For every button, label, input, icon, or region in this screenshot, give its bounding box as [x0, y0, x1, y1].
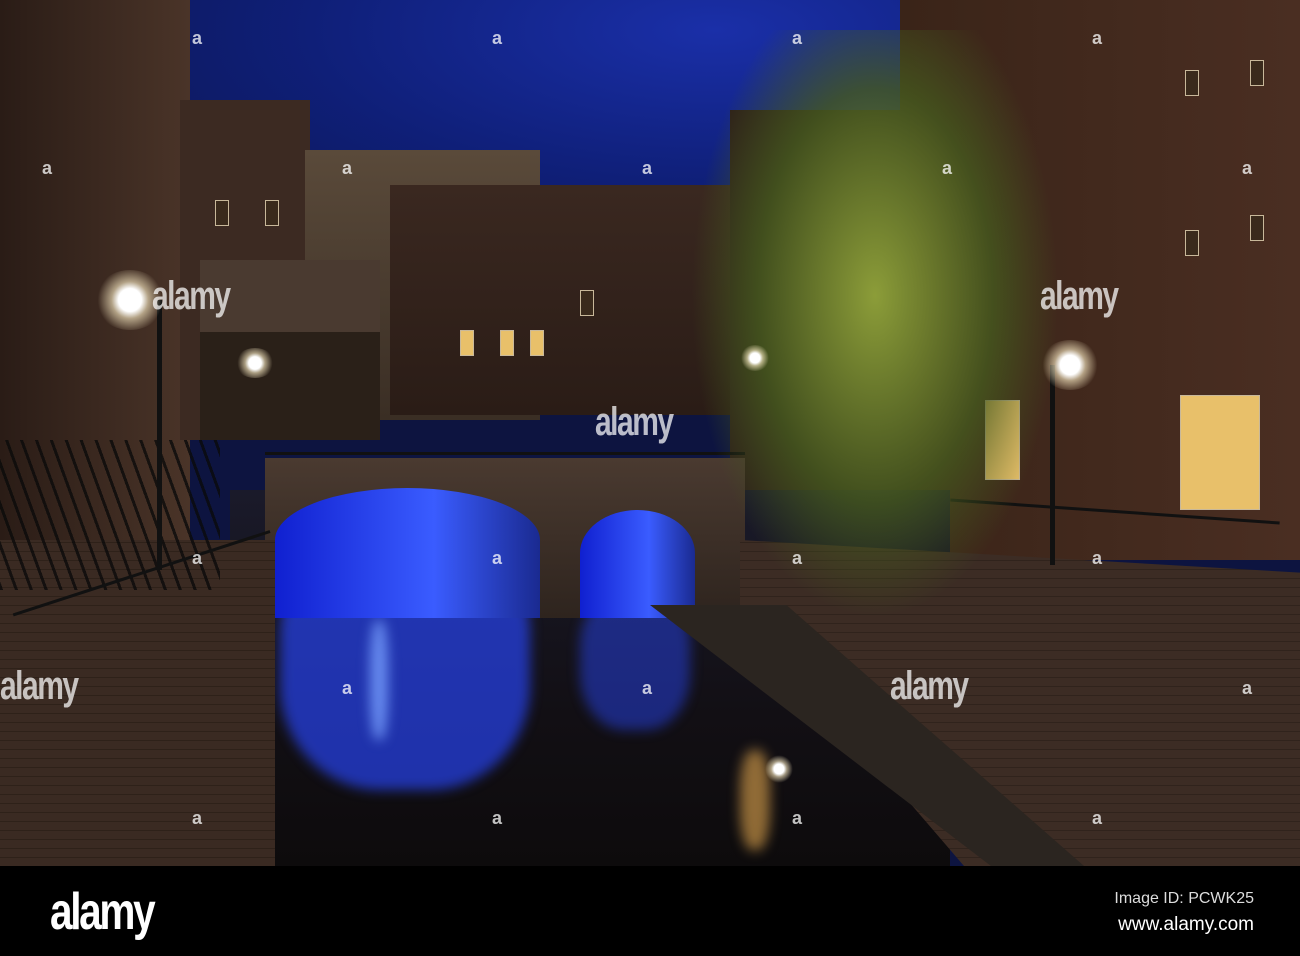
bicycles — [0, 440, 220, 590]
window — [1250, 215, 1264, 241]
watermark-mark: a — [1092, 28, 1103, 48]
watermark: alamy — [0, 664, 79, 708]
watermark-mark: a — [342, 158, 353, 178]
watermark-mark: a — [192, 28, 203, 48]
watermark-mark: a — [492, 548, 503, 568]
watermark-mark: a — [192, 548, 203, 568]
center-row-houses — [390, 185, 730, 415]
watermark-mark: a — [792, 808, 803, 828]
alamy-logo: alamy — [50, 883, 156, 941]
watermark-mark: a — [42, 158, 53, 178]
watermark-mark: a — [1092, 548, 1103, 568]
watermark-mark: a — [492, 808, 503, 828]
street-lamp — [740, 345, 770, 371]
lamp-post — [1050, 365, 1055, 565]
watermark-mark: a — [642, 678, 653, 698]
watermark-mark: a — [942, 158, 953, 178]
watermark-mark: a — [1242, 158, 1253, 178]
watermark-mark: a — [192, 808, 203, 828]
canal-night-photo: alamy alamy alamy alamy alamy a a a a a … — [0, 0, 1300, 866]
watermark-mark: a — [342, 678, 353, 698]
window — [1185, 70, 1199, 96]
watermark-mark: a — [492, 28, 503, 48]
watermark-mark: a — [792, 548, 803, 568]
watermark-mark: a — [1092, 808, 1103, 828]
watermark-mark: a — [642, 158, 653, 178]
street-lamp — [1040, 340, 1100, 390]
window — [500, 330, 514, 356]
watermark: alamy — [595, 400, 674, 444]
window — [215, 200, 229, 226]
window — [530, 330, 544, 356]
lamp-post — [157, 300, 162, 570]
site-url: www.alamy.com — [1118, 914, 1254, 935]
window — [460, 330, 474, 356]
watermark: alamy — [152, 274, 231, 318]
window — [1180, 395, 1260, 510]
street-lamp — [765, 755, 793, 783]
window — [1250, 60, 1264, 86]
image-id: Image ID: PCWK25 — [1114, 890, 1254, 907]
autumn-tree — [690, 30, 1060, 620]
window — [1185, 230, 1199, 256]
window — [265, 200, 279, 226]
watermark-mark: a — [1242, 678, 1253, 698]
street-lamp — [235, 348, 275, 378]
watermark: alamy — [890, 664, 969, 708]
window — [580, 290, 594, 316]
bridge-railing — [265, 452, 745, 455]
watermark: alamy — [1040, 274, 1119, 318]
stone-bridge — [265, 458, 745, 618]
watermark-mark: a — [792, 28, 803, 48]
